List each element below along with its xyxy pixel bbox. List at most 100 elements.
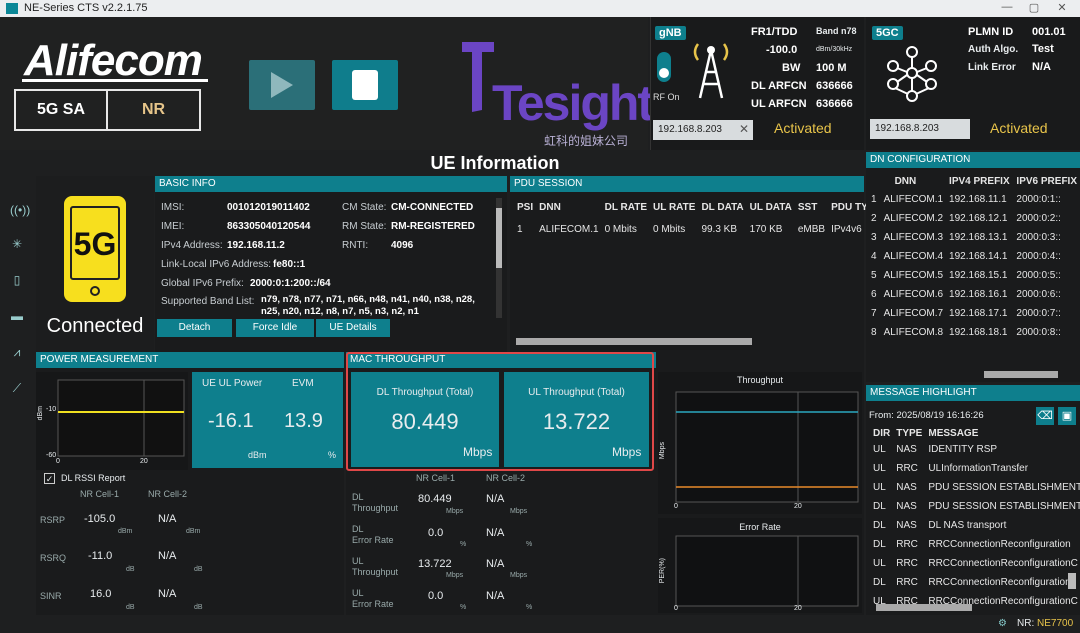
msg-col-dir: DIR <box>873 428 891 439</box>
signal-icon[interactable]: ((•)) <box>10 203 30 217</box>
mode-label: 5G SA <box>16 91 108 129</box>
save-icon[interactable]: ▣ <box>1058 407 1076 425</box>
dn-cell: 2000:0:6:: <box>1016 289 1061 300</box>
clear-icon[interactable]: ✕ <box>739 120 749 139</box>
evm-label: EVM <box>292 378 314 389</box>
list-item[interactable]: UL RRC RRCConnectionReconfigurationC <box>870 554 1080 573</box>
table-row[interactable]: 3 ALIFECOM.3 192.168.13.1 2000:0:3:: <box>868 228 1080 247</box>
pdu-cell: 0 Mbits <box>604 223 637 235</box>
rssi-checkbox[interactable]: ✓ <box>44 473 55 484</box>
gnb-status: Activated <box>774 120 832 136</box>
list-item[interactable]: DL RRC RRCConnectionReconfiguration <box>870 535 1080 554</box>
list-item[interactable]: DL NAS PDU SESSION ESTABLISHMENT A <box>870 497 1080 516</box>
error-rate-x-end: 20 <box>794 605 802 612</box>
pdu-hscrollbar[interactable] <box>516 338 752 345</box>
gnb-power-unit: dBm/30kHz <box>816 46 853 53</box>
dn-hscrollbar[interactable] <box>984 371 1058 378</box>
message-hscrollbar[interactable] <box>876 604 972 611</box>
dn-cell: 192.168.17.1 <box>949 308 1008 319</box>
message-cell: RRC <box>896 577 918 588</box>
dn-cell: ALIFECOM.1 <box>883 194 944 205</box>
message-vscrollbar[interactable] <box>1068 573 1076 589</box>
dn-cell: ALIFECOM.6 <box>883 289 944 300</box>
rsrq-label: RSRQ <box>40 553 67 563</box>
phone-icon[interactable]: ▯ <box>10 273 24 287</box>
core-ip-input[interactable]: 192.168.8.203 <box>870 119 970 139</box>
rsrp-cell2: N/A <box>158 513 177 525</box>
gnb-params: FR1/TDD Band n78 -100.0 dBm/30kHz BW 100… <box>748 22 860 114</box>
list-item[interactable]: DL RRC RRCConnectionReconfiguration <box>870 573 1080 592</box>
list-item[interactable]: UL NAS IDENTITY RSP <box>870 440 1080 459</box>
table-row[interactable]: 7 ALIFECOM.7 192.168.17.1 2000:0:7:: <box>868 304 1080 323</box>
layers-icon[interactable]: ⩘ <box>10 345 24 359</box>
ul-throughput-row-label: UL Throughput <box>352 556 399 577</box>
dn-cell: 192.168.18.1 <box>949 327 1008 338</box>
status-nr-label: NR: <box>1017 618 1035 629</box>
pdu-col-psi: PSI <box>517 201 534 213</box>
error-rate-y-label: PER(%) <box>659 558 666 584</box>
ue-details-button[interactable]: UE Details <box>316 319 390 337</box>
network-icon[interactable]: ✳ <box>10 237 24 251</box>
server-icon[interactable]: ▬ <box>10 309 24 323</box>
sinr-label: SINR <box>40 591 62 601</box>
basic-info-panel: BASIC INFO IMSI: 001012019011402 IMEI: 8… <box>155 176 507 352</box>
force-idle-button[interactable]: Force Idle <box>236 319 314 337</box>
pdu-session-title: PDU SESSION <box>510 176 864 192</box>
link-error-label: Link Error <box>968 62 1016 73</box>
dn-cell: 2000:0:2:: <box>1016 213 1061 224</box>
list-item[interactable]: UL NAS PDU SESSION ESTABLISHMENT R <box>870 478 1080 497</box>
message-cell: ULInformationTransfer <box>928 463 1029 474</box>
dn-cell: ALIFECOM.2 <box>883 213 944 224</box>
chart-icon[interactable]: ⟋ <box>10 381 24 395</box>
table-row[interactable]: 6 ALIFECOM.6 192.168.16.1 2000:0:6:: <box>868 285 1080 304</box>
close-button[interactable]: ✕ <box>1050 1 1074 16</box>
basic-info-title: BASIC INFO <box>155 176 507 192</box>
mac-cell1-label: NR Cell-1 <box>416 473 456 483</box>
pdu-table: PSI DNN DL RATE UL RATE DL DATA UL DATA … <box>514 198 884 242</box>
restore-button[interactable]: ▢ <box>1022 1 1046 16</box>
table-row[interactable]: 8 ALIFECOM.8 192.168.18.1 2000:0:8:: <box>868 323 1080 342</box>
message-cell: PDU SESSION ESTABLISHMENT A <box>928 501 1080 512</box>
gnb-power: -100.0 <box>766 44 798 56</box>
pdu-cell: 99.3 KB <box>701 223 738 235</box>
rf-status: RF On <box>653 92 680 102</box>
rm-state-value: RM-REGISTERED <box>391 221 475 232</box>
list-item[interactable]: UL RRC ULInformationTransfer <box>870 459 1080 478</box>
table-row[interactable]: 2 ALIFECOM.2 192.168.12.1 2000:0:2:: <box>868 209 1080 228</box>
dn-col-ipv4: IPV4 PREFIX <box>949 175 1010 187</box>
rsrp-unit1: dBm <box>118 528 133 535</box>
gnb-band: Band n78 <box>816 26 857 36</box>
dn-cell: ALIFECOM.5 <box>883 270 944 281</box>
table-row[interactable]: 5 ALIFECOM.5 192.168.15.1 2000:0:5:: <box>868 266 1080 285</box>
global-ipv6-label: Global IPv6 Prefix: <box>161 278 244 289</box>
play-button[interactable] <box>249 60 315 110</box>
gnb-mode: FR1/TDD <box>751 26 798 38</box>
power-chart-svg <box>57 379 185 457</box>
mac-panel: MAC THROUGHPUT DL Throughput (Total) 80.… <box>346 352 864 615</box>
gnb-ip-input[interactable]: 192.168.8.203 ✕ <box>653 120 753 140</box>
status-device: NE7700 <box>1037 618 1074 629</box>
table-row[interactable]: 4 ALIFECOM.4 192.168.14.1 2000:0:4:: <box>868 247 1080 266</box>
sinr-unit1: dB <box>126 604 135 611</box>
rf-toggle[interactable] <box>657 52 671 82</box>
pdu-session-panel: PDU SESSION PSI DNN DL RATE UL RATE DL D… <box>510 176 881 352</box>
dn-cell: 6 <box>871 289 877 300</box>
stop-button[interactable] <box>332 60 398 110</box>
throughput-chart-svg <box>675 391 859 503</box>
table-row[interactable]: 1 ALIFECOM.1 192.168.11.1 2000:0:1:: <box>868 190 1080 209</box>
table-row[interactable]: 1 ALIFECOM.1 0 Mbits 0 Mbits 99.3 KB 170… <box>514 216 884 242</box>
basic-info-scrollbar[interactable] <box>496 198 502 318</box>
detach-button[interactable]: Detach <box>157 319 232 337</box>
ul-power-label: UE UL Power <box>202 378 263 389</box>
list-item[interactable]: DL NAS DL NAS transport <box>870 516 1080 535</box>
core-tag: 5GC <box>872 26 903 40</box>
pdu-col-dnn: DNN <box>539 201 561 213</box>
minimize-button[interactable]: — <box>995 1 1019 16</box>
ul-error-row-label: UL Error Rate <box>352 588 394 609</box>
gnb-bw-label: BW <box>782 62 801 74</box>
dl-throughput-cell1-unit: Mbps <box>446 508 464 515</box>
tesight-word: Tesight <box>492 75 654 131</box>
clear-log-icon[interactable]: ⌫ <box>1036 407 1054 425</box>
gnb-dl-arfcn: 636666 <box>816 80 853 92</box>
ue-info-title: UE Information <box>430 153 560 173</box>
